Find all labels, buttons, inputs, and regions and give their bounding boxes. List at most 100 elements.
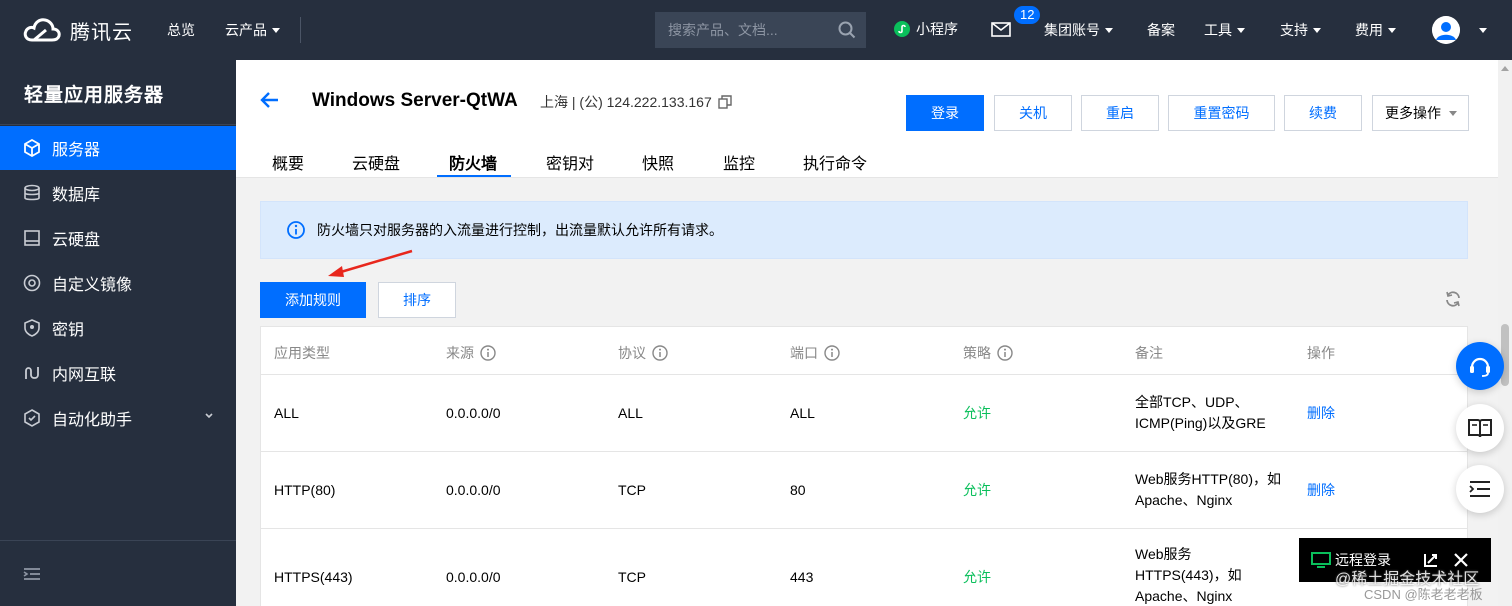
column-source: 来源 [446,343,496,363]
chevron-down-icon [1449,110,1457,116]
docs-button[interactable] [1456,404,1504,452]
more-actions-dropdown[interactable]: 更多操作 [1372,95,1469,131]
note-line: Web服务HTTP(80)，如 [1135,471,1281,487]
search-icon[interactable] [838,21,856,39]
tab-overview[interactable]: 概要 [272,150,304,178]
nav-group-account-label: 集团账号 [1044,22,1100,38]
scroll-up-arrow-icon[interactable] [1501,66,1509,71]
sidebar-item-server[interactable]: 服务器 [0,126,236,170]
disk-icon [22,228,42,248]
firewall-rules-table: 应用类型 来源 协议 端口 策略 备注 操作 ALL 0.0.0.0/0 ALL… [260,326,1468,606]
note-line: ICMP(Ping)以及GRE [1135,415,1266,431]
chevron-down-icon[interactable] [1479,28,1487,33]
sidebar-item-key[interactable]: 密钥 [0,306,236,350]
tab-firewall[interactable]: 防火墙 [449,150,497,178]
headset-icon [1470,357,1490,377]
nav-group-account[interactable]: 集团账号 [1044,20,1113,40]
delete-rule-link[interactable]: 删除 [1307,403,1335,424]
nav-billing[interactable]: 费用 [1355,20,1396,40]
cloud-logo-icon [23,18,61,42]
sidebar: 轻量应用服务器 服务器 数据库 云硬盘 自定义镜像 密钥 内网互联 自动化助手 [0,60,236,606]
scrollbar-thumb[interactable] [1501,324,1509,386]
info-icon[interactable] [824,345,840,361]
sort-button[interactable]: 排序 [378,282,456,318]
main-content: Windows Server-QtWA 上海 | (公) 124.222.133… [236,60,1498,606]
outline-button[interactable] [1456,465,1504,513]
cell-port: 443 [790,569,814,585]
chevron-down-icon [1105,27,1113,33]
renew-button[interactable]: 续费 [1284,95,1362,131]
column-label: 端口 [790,345,818,361]
cell-policy: 允许 [963,569,991,585]
search-input[interactable] [668,22,828,38]
tab-monitor[interactable]: 监控 [723,150,755,178]
message-count-badge: 12 [1012,4,1043,26]
avatar[interactable] [1432,16,1460,44]
sidebar-item-interconnect[interactable]: 内网互联 [0,351,236,395]
login-button[interactable]: 登录 [906,95,984,131]
cell-protocol: TCP [618,569,646,585]
csdn-attribution: CSDN @陈老老老板 [1364,587,1483,602]
nav-overview[interactable]: 总览 [167,20,195,40]
top-navbar: 腾讯云 总览 云产品 小程序 12 集团账号 备案 工具 支持 费用 [0,0,1512,60]
column-label: 备注 [1135,345,1163,361]
page-scrollbar[interactable] [1498,60,1512,606]
shutdown-button[interactable]: 关机 [994,95,1072,131]
mini-program-link[interactable]: 小程序 [893,19,958,39]
nav-products[interactable]: 云产品 [225,20,280,40]
notice-text: 防火墙只对服务器的入流量进行控制，出流量默认允许所有请求。 [317,222,723,238]
nav-tools[interactable]: 工具 [1204,20,1245,40]
delete-rule-link[interactable]: 删除 [1307,480,1335,501]
cell-note: Web服务HTTP(80)，如 Apache、Nginx [1135,469,1281,511]
tab-snapshot[interactable]: 快照 [642,150,674,178]
chevron-down-icon [272,27,280,33]
key-icon [22,318,42,338]
chevron-down-icon [205,413,213,419]
info-icon[interactable] [480,345,496,361]
refresh-icon[interactable] [1444,290,1462,308]
sidebar-item-database[interactable]: 数据库 [0,171,236,215]
column-label: 应用类型 [274,345,330,361]
column-protocol: 协议 [618,343,668,363]
server-header: Windows Server-QtWA 上海 | (公) 124.222.133… [236,60,1498,178]
brand-logo[interactable]: 腾讯云 [22,14,133,46]
sidebar-item-custom-image[interactable]: 自定义镜像 [0,261,236,305]
customer-service-button[interactable] [1456,342,1504,390]
back-arrow-icon[interactable] [260,90,280,110]
info-icon[interactable] [652,345,668,361]
mini-program-icon [894,21,910,37]
search-box[interactable] [655,12,866,48]
sidebar-item-automation[interactable]: 自动化助手 [0,396,236,440]
reset-password-button[interactable]: 重置密码 [1168,95,1275,131]
user-icon [1432,16,1460,44]
note-line: Web服务 [1135,546,1192,562]
chevron-down-icon [1313,27,1321,33]
nav-billing-label: 费用 [1355,22,1383,38]
server-region-ip: 上海 | (公) 124.222.133.167 [540,94,712,110]
copy-icon[interactable] [718,95,732,109]
tab-run-command[interactable]: 执行命令 [803,150,867,178]
add-rule-button[interactable]: 添加规则 [260,282,366,318]
tab-key-pair[interactable]: 密钥对 [546,150,594,178]
cell-policy: 允许 [963,405,991,421]
database-icon [22,183,42,203]
column-policy: 策略 [963,343,1013,363]
info-icon[interactable] [997,345,1013,361]
restart-button[interactable]: 重启 [1081,95,1159,131]
sidebar-item-disk[interactable]: 云硬盘 [0,216,236,260]
cell-source: 0.0.0.0/0 [446,405,501,421]
nav-filing[interactable]: 备案 [1147,20,1175,40]
cell-app-type: HTTP(80) [274,482,336,498]
tab-cloud-disk[interactable]: 云硬盘 [352,150,400,178]
nav-support[interactable]: 支持 [1280,20,1321,40]
link-icon [22,363,42,383]
cell-protocol: TCP [618,482,646,498]
collapse-menu-icon[interactable] [22,566,42,582]
sidebar-item-label: 内网互联 [52,367,117,384]
mail-icon[interactable] [991,22,1011,37]
cell-note: Web服务 HTTPS(443)，如 Apache、Nginx [1135,544,1242,606]
table-row: HTTPS(443) 0.0.0.0/0 TCP 443 允许 Web服务 HT… [261,529,1467,606]
table-row: ALL 0.0.0.0/0 ALL ALL 允许 全部TCP、UDP、 ICMP… [261,375,1467,452]
server-meta: 上海 | (公) 124.222.133.167 [540,92,732,112]
image-icon [22,273,42,293]
